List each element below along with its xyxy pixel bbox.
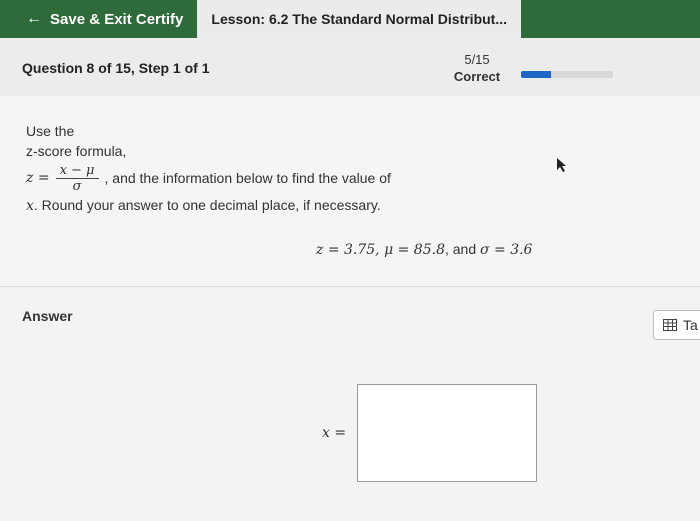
score-display: 5/15 Correct [442,51,512,85]
top-bar: ← Save & Exit Certify Lesson: 6.2 The St… [0,0,700,38]
table-button-label: Ta [683,317,698,333]
formula-fraction: x − μ σ [55,163,99,194]
formula-lhs: z = [26,170,50,186]
variable-x: x [26,198,34,214]
save-exit-button[interactable]: ← Save & Exit Certify [0,0,196,38]
answer-label: Answer [22,308,73,324]
table-icon [663,319,677,331]
given-and: , and [444,241,481,257]
question-line-1: Use the [26,123,75,139]
question-header: Question 8 of 15, Step 1 of 1 5/15 Corre… [0,38,700,97]
save-exit-label: Save & Exit Certify [50,10,184,28]
instruction-text: . Round your answer to one decimal place… [33,197,381,213]
lesson-tab[interactable]: Lesson: 6.2 The Standard Normal Distribu… [197,0,521,38]
given-z-mu: z = 3.75, μ = 85.8 [316,242,445,258]
mouse-cursor-icon [557,158,566,172]
question-text: Use the z-score formula, z = x − μ σ , a… [26,121,391,216]
answer-variable-label: x = [322,425,347,441]
progress-bar [521,71,613,78]
given-values: z = 3.75, μ = 85.8, and σ = 3.6 [316,241,532,258]
given-sigma: σ = 3.6 [480,242,533,258]
progress-fill [521,71,552,78]
question-body: Use the z-score formula, z = x − μ σ , a… [0,96,700,286]
formula-numerator: x − μ [55,163,99,179]
top-bar-fill [521,0,700,38]
question-line-4: x. Round your answer to one decimal plac… [26,195,391,216]
formula-row: z = x − μ σ , and the information below … [26,161,391,195]
formula-denominator: σ [72,178,82,194]
section-divider [0,286,700,287]
score-value: 5/15 [464,52,490,67]
question-line-2: z-score formula, [26,143,127,159]
question-line-3: , and the information below to find the … [104,170,391,186]
back-arrow-icon: ← [26,10,42,27]
table-button[interactable]: Ta [653,310,700,340]
question-step-title: Question 8 of 15, Step 1 of 1 [22,60,210,76]
score-status: Correct [453,69,501,84]
lesson-title: Lesson: 6.2 The Standard Normal Distribu… [211,11,507,27]
answer-input[interactable] [357,384,537,482]
